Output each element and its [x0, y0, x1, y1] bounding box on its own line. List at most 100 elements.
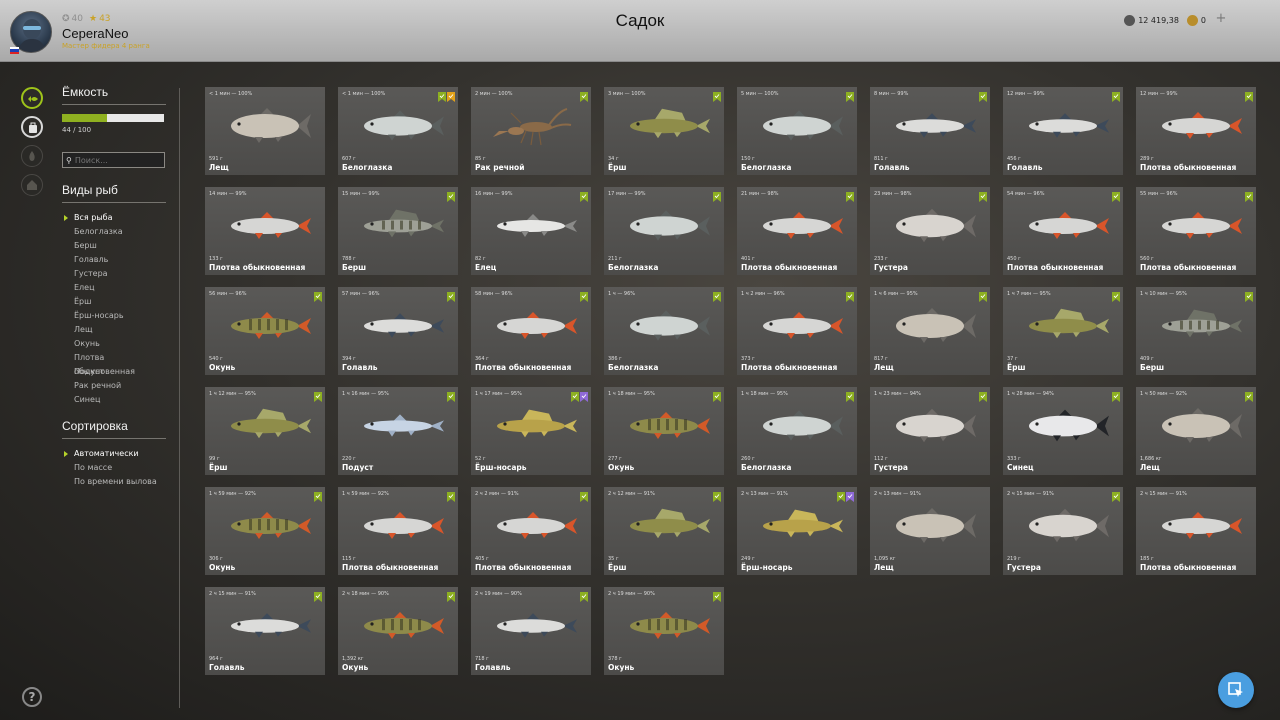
- sort-item[interactable]: Автоматически: [62, 447, 166, 461]
- dace-image: [497, 214, 577, 237]
- catch-time: 12 мин — 99%: [1007, 91, 1045, 97]
- species-item[interactable]: Окунь: [62, 337, 166, 351]
- fish-card[interactable]: 2 ч 15 мин — 91% 185 г Плотва обыкновенная: [1136, 487, 1256, 575]
- fish-card[interactable]: 55 мин — 96% 560 г Плотва обыкновенная: [1136, 187, 1256, 275]
- species-item[interactable]: Белоглазка: [62, 225, 166, 239]
- fish-card[interactable]: 8 мин — 99% 811 г Голавль: [870, 87, 990, 175]
- species-item[interactable]: Плотва обыкновенная: [62, 351, 166, 376]
- catch-time: 57 мин — 96%: [342, 291, 380, 297]
- fish-card[interactable]: < 1 мин — 100% 607 г Белоглазка: [338, 87, 458, 175]
- fish-card[interactable]: 56 мин — 96% 540 г Окунь: [205, 287, 325, 375]
- fish-tab-icon: [28, 96, 38, 102]
- species-item[interactable]: Подуст: [62, 365, 166, 379]
- fish-card[interactable]: 12 мин — 99% 456 г Голавль: [1003, 87, 1123, 175]
- fish-card[interactable]: 2 ч 12 мин — 91% 35 г Ёрш: [604, 487, 724, 575]
- fish-card[interactable]: 1 ч 12 мин — 95% 99 г Ёрш: [205, 387, 325, 475]
- add-currency-button[interactable]: +: [1214, 12, 1228, 27]
- species-item[interactable]: Елец: [62, 281, 166, 295]
- catch-time: 2 ч 19 мин — 90%: [475, 591, 522, 597]
- green-bookmark-icon: [314, 487, 322, 502]
- fish-card[interactable]: 1 ч 17 мин — 95% 52 г Ёрш-носарь: [471, 387, 591, 475]
- fish-card[interactable]: 2 мин — 100% 85 г Рак речной: [471, 87, 591, 175]
- card-badges: [979, 187, 987, 202]
- fish-card[interactable]: 1 ч 59 мин — 92% 115 г Плотва обыкновенная: [338, 487, 458, 575]
- keepnet-tab-button[interactable]: [21, 87, 43, 109]
- green-bookmark-icon: [1245, 287, 1253, 302]
- fish-card[interactable]: < 1 мин — 100% 591 г Лещ: [205, 87, 325, 175]
- fish-card[interactable]: 21 мин — 98% 401 г Плотва обыкновенная: [737, 187, 857, 275]
- card-badges: [713, 187, 721, 202]
- fish-card[interactable]: 2 ч 19 мин — 90% 718 г Голавль: [471, 587, 591, 675]
- fish-card[interactable]: 1 ч 2 мин — 96% 373 г Плотва обыкновенная: [737, 287, 857, 375]
- fish-card[interactable]: 14 мин — 99% 133 г Плотва обыкновенная: [205, 187, 325, 275]
- fish-card[interactable]: 23 мин — 98% 233 г Густера: [870, 187, 990, 275]
- fish-name: Голавль: [209, 663, 245, 672]
- species-item[interactable]: Синец: [62, 393, 166, 407]
- ruffe-image: [231, 408, 311, 439]
- sort-item[interactable]: По массе: [62, 461, 166, 475]
- fish-card[interactable]: 5 мин — 100% 150 г Белоглазка: [737, 87, 857, 175]
- catch-time: 5 мин — 100%: [741, 91, 779, 97]
- fish-weight: 560 г: [1140, 256, 1154, 262]
- catch-time: 1 ч 18 мин — 95%: [741, 391, 788, 397]
- fish-card[interactable]: 1 ч 59 мин — 92% 306 г Окунь: [205, 487, 325, 575]
- fish-card[interactable]: 2 ч 15 мин — 91% 964 г Голавль: [205, 587, 325, 675]
- fish-card[interactable]: 57 мин — 96% 394 г Голавль: [338, 287, 458, 375]
- fish-grid: < 1 мин — 100% 591 г Лещ < 1 мин — 100% 607 …: [205, 87, 1256, 677]
- sort-item[interactable]: По времени вылова: [62, 475, 166, 489]
- select-mode-button[interactable]: [1218, 672, 1254, 708]
- fish-weight: 607 г: [342, 156, 356, 162]
- home-tab-button[interactable]: [21, 174, 43, 196]
- species-item[interactable]: Густера: [62, 267, 166, 281]
- fish-card[interactable]: 1 ч 7 мин — 95% 37 г Ёрш: [1003, 287, 1123, 375]
- fish-card[interactable]: 1 ч 23 мин — 94% 112 г Густера: [870, 387, 990, 475]
- fish-card[interactable]: 15 мин — 99% 788 г Берш: [338, 187, 458, 275]
- fish-card[interactable]: 17 мин — 99% 211 г Белоглазка: [604, 187, 724, 275]
- card-badges: [846, 187, 854, 202]
- fish-card[interactable]: 1 ч 10 мин — 95% 409 г Берш: [1136, 287, 1256, 375]
- bag-tab-button[interactable]: [21, 116, 43, 138]
- fish-card[interactable]: 58 мин — 96% 364 г Плотва обыкновенная: [471, 287, 591, 375]
- card-badges: [1112, 87, 1120, 102]
- catch-time: < 1 мин — 100%: [342, 91, 386, 97]
- search-box[interactable]: ⚲: [62, 152, 165, 168]
- fish-card[interactable]: 2 ч 19 мин — 90% 378 г Окунь: [604, 587, 724, 675]
- species-item[interactable]: Рак речной: [62, 379, 166, 393]
- species-item[interactable]: Ёрш: [62, 295, 166, 309]
- search-input[interactable]: [74, 155, 155, 165]
- card-badges: [580, 187, 588, 202]
- whitebream-image: [630, 310, 710, 341]
- fish-card[interactable]: 2 ч 18 мин — 90% 1,392 кг Окунь: [338, 587, 458, 675]
- card-badges: [1112, 187, 1120, 202]
- roach-image: [1029, 212, 1109, 239]
- fish-card[interactable]: 2 ч 2 мин — 91% 405 г Плотва обыкновенная: [471, 487, 591, 575]
- species-item[interactable]: Вся рыба: [62, 211, 166, 225]
- fish-card[interactable]: 2 ч 15 мин — 91% 219 г Густера: [1003, 487, 1123, 575]
- fish-card[interactable]: 1 ч 18 мин — 95% 260 г Белоглазка: [737, 387, 857, 475]
- species-item[interactable]: Голавль: [62, 253, 166, 267]
- fish-card[interactable]: 12 мин — 99% 289 г Плотва обыкновенная: [1136, 87, 1256, 175]
- fish-name: Белоглазка: [741, 163, 792, 172]
- fish-card[interactable]: 1 ч 28 мин — 94% 333 г Синец: [1003, 387, 1123, 475]
- whitebream-image: [763, 110, 843, 141]
- fish-card[interactable]: 1 ч 50 мин — 92% 1,686 кг Лещ: [1136, 387, 1256, 475]
- fish-card[interactable]: 1 ч 16 мин — 95% 220 г Подуст: [338, 387, 458, 475]
- fish-card[interactable]: 54 мин — 96% 450 г Плотва обыкновенная: [1003, 187, 1123, 275]
- fish-card[interactable]: 3 мин — 100% 34 г Ёрш: [604, 87, 724, 175]
- species-item[interactable]: Лещ: [62, 323, 166, 337]
- species-item[interactable]: Берш: [62, 239, 166, 253]
- fish-weight: 540 г: [209, 356, 223, 362]
- green-bookmark-icon: [846, 87, 854, 102]
- fish-card[interactable]: 1 ч — 96% 386 г Белоглазка: [604, 287, 724, 375]
- fish-weight: 405 г: [475, 556, 489, 562]
- fish-card[interactable]: 1 ч 18 мин — 95% 277 г Окунь: [604, 387, 724, 475]
- fish-card[interactable]: 1 ч 6 мин — 95% 817 г Лещ: [870, 287, 990, 375]
- fish-card[interactable]: 2 ч 13 мин — 91% 249 г Ёрш-носарь: [737, 487, 857, 575]
- fish-name: Ёрш: [608, 163, 627, 172]
- species-item[interactable]: Ёрш-носарь: [62, 309, 166, 323]
- fish-card[interactable]: 2 ч 13 мин — 91% 1,095 кг Лещ: [870, 487, 990, 575]
- help-button[interactable]: ?: [22, 687, 42, 707]
- fish-card[interactable]: 16 мин — 99% 82 г Елец: [471, 187, 591, 275]
- fire-tab-button[interactable]: [21, 145, 43, 167]
- green-bookmark-icon: [713, 387, 721, 402]
